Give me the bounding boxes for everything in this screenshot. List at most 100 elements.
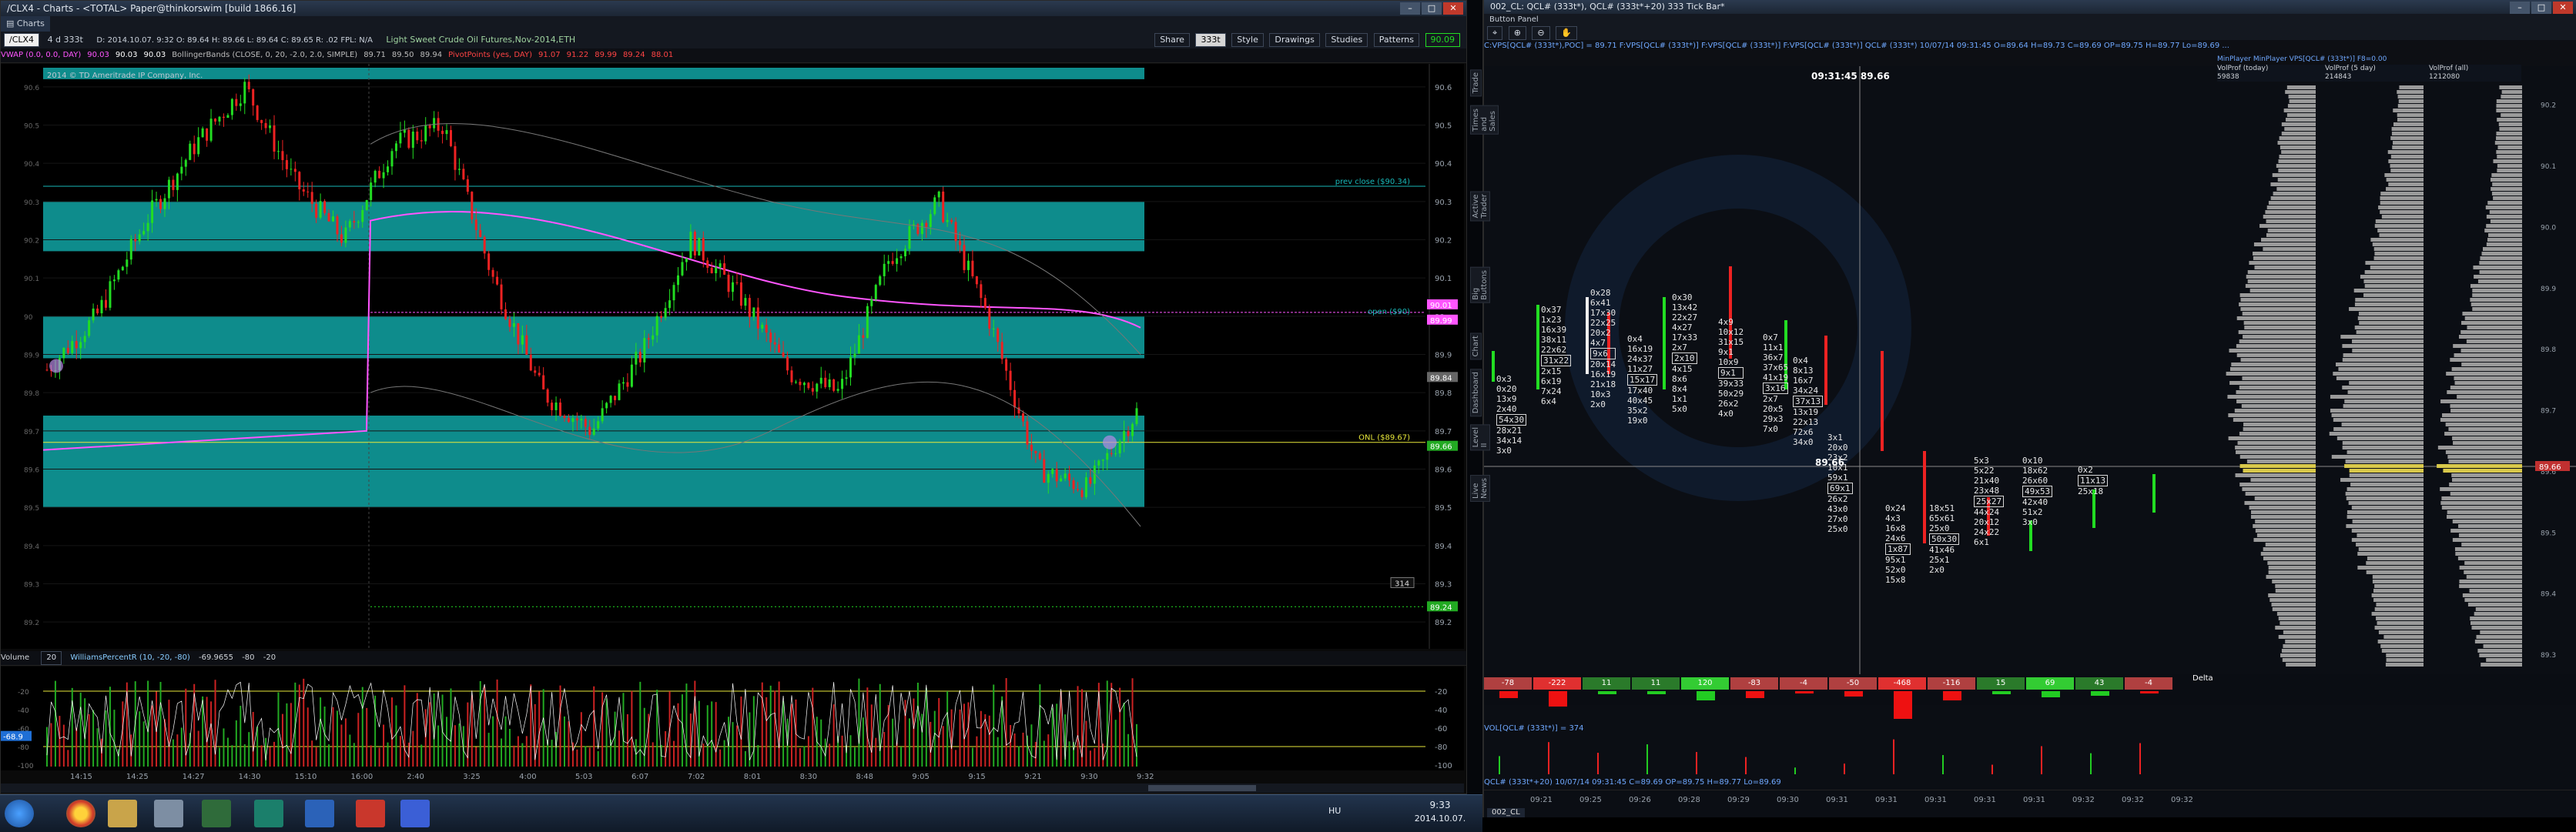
price-tag: 89.24 bbox=[1430, 603, 1452, 612]
volume-profile-bar bbox=[2288, 95, 2316, 99]
volume-profile-bar bbox=[2267, 229, 2316, 232]
study-legend-item[interactable]: 91.07 bbox=[538, 51, 561, 59]
study-legend-item[interactable]: 90.03 bbox=[116, 51, 138, 59]
symbol-input[interactable]: /CLX4 bbox=[4, 33, 40, 47]
volume-profile-bar bbox=[2470, 284, 2522, 288]
chart-scrollbar[interactable] bbox=[1, 784, 1464, 793]
footprint-cell: 52x0 bbox=[1885, 565, 1906, 575]
clock-date[interactable]: 2014.10.07. bbox=[1409, 814, 1471, 824]
aggregation-label[interactable]: 4 d 333t bbox=[42, 32, 89, 48]
hand-tool-icon[interactable]: ✋ bbox=[1556, 26, 1577, 40]
language-indicator[interactable]: HU bbox=[1328, 806, 1341, 816]
tab-002-cl[interactable]: 002_CL bbox=[1487, 808, 1525, 817]
vp-all[interactable]: VolProf (all) 1212080 bbox=[2429, 65, 2521, 82]
footprint-cell: 2x10 bbox=[1672, 353, 1698, 364]
start-button-icon[interactable] bbox=[5, 800, 34, 827]
candle-body bbox=[310, 192, 313, 204]
volume-profile-bar bbox=[2343, 404, 2424, 408]
volume-profile-bar bbox=[2347, 450, 2424, 454]
button-panel-label[interactable]: Button Panel bbox=[1484, 14, 1544, 26]
notepad-icon[interactable] bbox=[154, 800, 183, 827]
zoom-out-icon[interactable]: ⊖ bbox=[1532, 26, 1550, 40]
side-tab[interactable]: Big Buttons bbox=[1470, 266, 1490, 303]
folder-icon[interactable] bbox=[108, 800, 137, 827]
candle-body bbox=[441, 130, 444, 135]
trading-app-icon[interactable] bbox=[254, 800, 283, 827]
volume-profile-bar bbox=[2342, 358, 2424, 362]
scrollbar-thumb[interactable] bbox=[1148, 785, 1256, 791]
checklist-icon[interactable] bbox=[305, 800, 334, 827]
side-tab[interactable]: Level II bbox=[1470, 424, 1490, 451]
side-tab[interactable]: Dashboard bbox=[1470, 368, 1482, 416]
time-axis-tick: 14:15 bbox=[70, 773, 92, 781]
study-legend-item[interactable]: 89.24 bbox=[623, 51, 645, 59]
zoom-in-icon[interactable]: ⊕ bbox=[1508, 26, 1526, 40]
volume-profile-bar bbox=[2457, 395, 2522, 399]
aggregation-button[interactable]: 333t bbox=[1195, 33, 1226, 47]
side-tab[interactable]: Times and Sales bbox=[1470, 105, 1499, 135]
candle-body bbox=[816, 383, 819, 392]
accessibility-icon[interactable] bbox=[400, 800, 430, 827]
volume-profile-bar bbox=[2353, 289, 2424, 292]
study-legend-item[interactable]: 90.03 bbox=[144, 51, 166, 59]
vol-legend: VOL[QCL# (333t*)] = 374 bbox=[1484, 722, 2576, 737]
candle-body bbox=[575, 418, 578, 421]
volume-profile-bar bbox=[2470, 298, 2522, 302]
study-legend-item[interactable]: VWAP (0.0, 0.0, DAY) bbox=[1, 51, 81, 59]
studies-button[interactable]: Studies bbox=[1325, 33, 1368, 47]
volume-histogram[interactable] bbox=[1484, 736, 2576, 776]
study-legend-item[interactable]: 91.22 bbox=[567, 51, 589, 59]
right-minimize-button[interactable]: – bbox=[2510, 2, 2530, 14]
chart-app-icon[interactable] bbox=[356, 800, 385, 827]
price-chart[interactable]: 90.6 90.6 90.5 90.5 90.4 90.4 90.3 90.3 90.2 90.2… bbox=[1, 64, 1464, 649]
footprint-candle bbox=[1881, 351, 1884, 451]
right-maximize-button[interactable]: □ bbox=[2531, 2, 2551, 14]
volume-profile-bar bbox=[2398, 99, 2424, 103]
study-legend-item[interactable]: 90.03 bbox=[87, 51, 109, 59]
study-legend-item[interactable]: 89.94 bbox=[420, 51, 442, 59]
drawings-button[interactable]: Drawings bbox=[1269, 33, 1320, 47]
study-legend-item[interactable]: 88.01 bbox=[652, 51, 674, 59]
style-button[interactable]: Style bbox=[1231, 33, 1264, 47]
tab-charts[interactable]: ▤ Charts bbox=[1, 16, 50, 32]
chrome-icon[interactable] bbox=[66, 800, 95, 827]
volume-profile-bar bbox=[2397, 90, 2424, 94]
thinkorswim-icon[interactable] bbox=[202, 800, 231, 827]
minimize-button[interactable]: – bbox=[1400, 2, 1420, 15]
time-axis-tick: 14:27 bbox=[182, 773, 205, 781]
study-legend-item[interactable]: PivotPoints (yes, DAY) bbox=[448, 51, 532, 59]
side-tab[interactable]: Active Trader bbox=[1470, 191, 1490, 222]
patterns-button[interactable]: Patterns bbox=[1373, 33, 1419, 47]
share-button[interactable]: Share bbox=[1154, 33, 1190, 47]
study-legend-item[interactable]: BollingerBands (CLOSE, 0, 20, -2.0, 2.0,… bbox=[172, 51, 357, 59]
footprint-cell: 10x3 bbox=[1590, 389, 1611, 399]
vp-today[interactable]: VolProf (today) 59838 bbox=[2217, 65, 2317, 82]
footprint-cell: 6x4 bbox=[1541, 396, 1556, 406]
side-tab[interactable]: Trade bbox=[1470, 69, 1482, 97]
vp-5day[interactable]: VolProf (5 day) 214843 bbox=[2325, 65, 2425, 82]
pointer-tool-icon[interactable]: ⌖ bbox=[1487, 26, 1503, 40]
volume-profile-bar bbox=[2450, 386, 2522, 389]
close-button[interactable]: ✕ bbox=[1443, 2, 1463, 15]
right-close-button[interactable]: ✕ bbox=[2553, 2, 2573, 14]
volume-profile-bar bbox=[2448, 459, 2522, 463]
candle-body bbox=[592, 428, 595, 436]
clock-time[interactable]: 9:33 bbox=[1417, 800, 1463, 810]
footprint-column: 18x51 65x61 25x0 50x30 41x46 25x1 2x0 bbox=[1929, 503, 1960, 575]
volume-profile-bar bbox=[2263, 247, 2316, 251]
candle-body bbox=[1055, 469, 1058, 482]
study-legend-item[interactable]: 89.50 bbox=[392, 51, 414, 59]
footprint-cell: 51x2 bbox=[2022, 507, 2043, 517]
study-legend-item[interactable]: 89.71 bbox=[363, 51, 386, 59]
side-tab[interactable]: Chart bbox=[1470, 332, 1482, 360]
volume-profile-bar bbox=[2254, 266, 2316, 269]
williams-r-chart[interactable]: -20-20-40-40-60-60-80-80-100-100-68.9 bbox=[1, 667, 1464, 770]
volume-profile-bar bbox=[2390, 155, 2424, 159]
candle-body bbox=[276, 151, 280, 152]
footprint-cell: 17x40 bbox=[1627, 386, 1653, 396]
study-legend-item[interactable]: 89.99 bbox=[595, 51, 617, 59]
candle-body bbox=[281, 151, 284, 161]
maximize-button[interactable]: □ bbox=[1422, 2, 1442, 15]
left-price-axis-tick: 89.2 bbox=[24, 620, 39, 627]
side-tab[interactable]: Live News bbox=[1470, 475, 1490, 503]
